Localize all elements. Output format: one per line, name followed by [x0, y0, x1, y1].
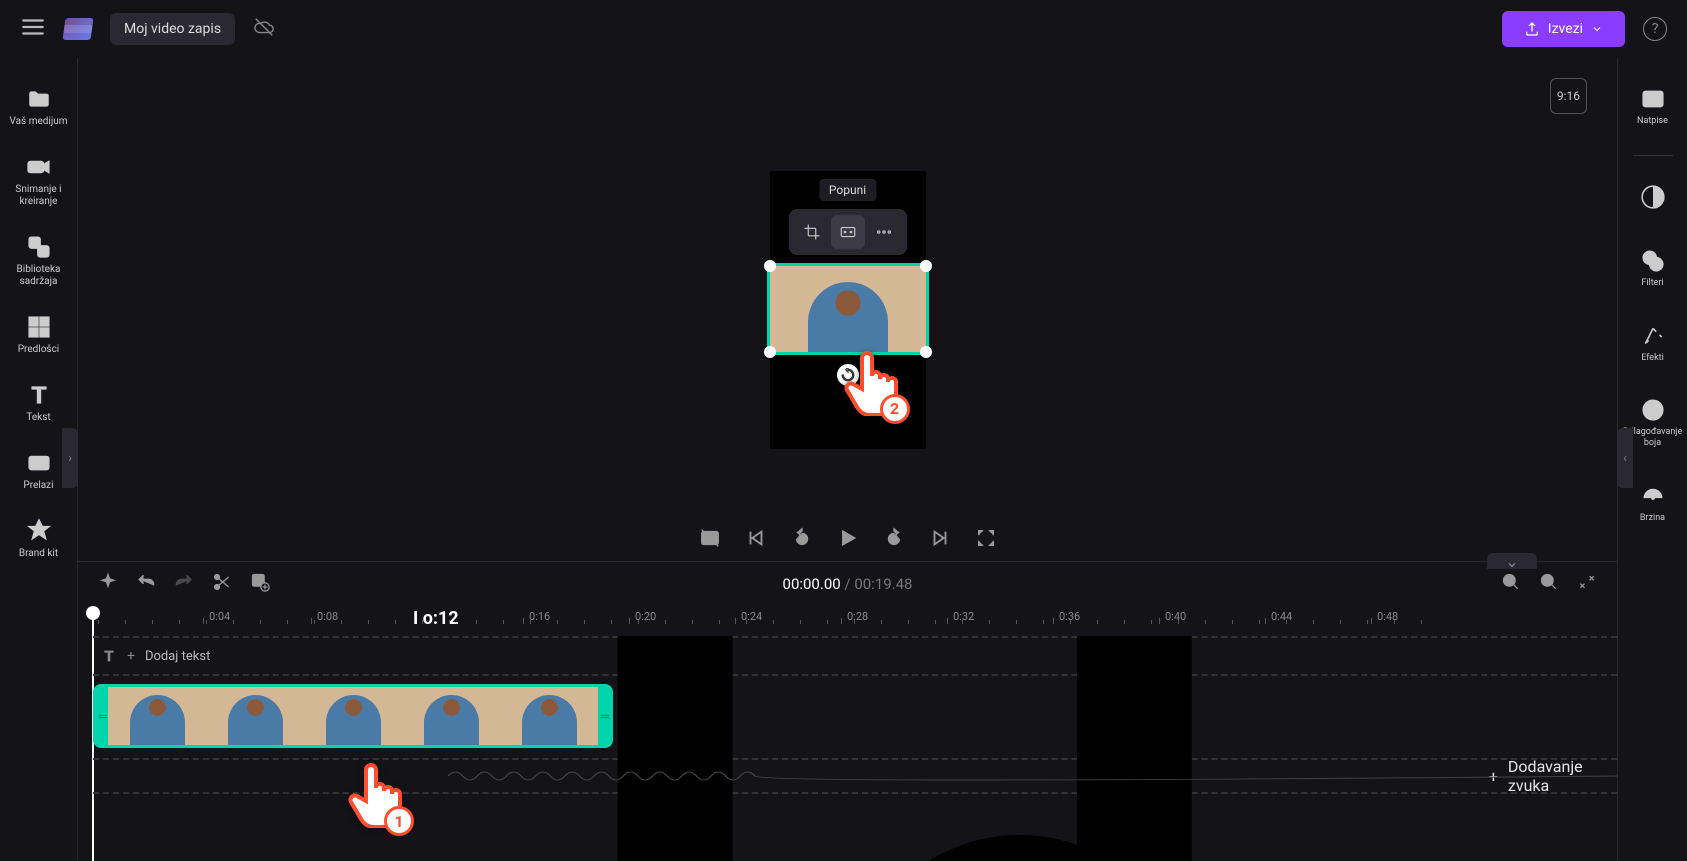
- audio-track[interactable]: + Dodavanje zvuka: [93, 758, 1617, 794]
- aspect-ratio-badge[interactable]: 9:16: [1550, 78, 1587, 114]
- add-media-button[interactable]: [250, 572, 270, 596]
- skip-to-start-button[interactable]: [743, 525, 769, 551]
- export-button[interactable]: Izvezi: [1502, 11, 1625, 47]
- zoom-in-button[interactable]: [1539, 572, 1559, 596]
- sidebar-item-filters[interactable]: Filteri: [1618, 240, 1687, 297]
- timeline-section: 00:00.00 / 00:19.48 I o:12 0:040:080:160…: [78, 561, 1617, 861]
- fill-button[interactable]: [831, 215, 865, 249]
- sidebar-item-record-create[interactable]: Snimanje i kreiranje: [0, 146, 77, 216]
- resize-handle-tl[interactable]: [764, 260, 776, 272]
- top-bar: Moj video zapis Izvezi ?: [0, 0, 1687, 58]
- resize-handle-tr[interactable]: [920, 260, 932, 272]
- svg-text:5: 5: [799, 535, 803, 544]
- redo-button[interactable]: [174, 572, 194, 596]
- audio-waveform: [448, 760, 1617, 792]
- fill-tooltip: Popuni: [819, 179, 876, 201]
- help-button[interactable]: ?: [1643, 17, 1667, 41]
- zoom-out-button[interactable]: [1501, 572, 1521, 596]
- undo-button[interactable]: [136, 572, 156, 596]
- timeline-ruler[interactable]: I o:12 0:040:080:160:200:240:280:320:360…: [78, 606, 1617, 636]
- hide-overlays-button[interactable]: [697, 525, 723, 551]
- left-sidebar: Vaš medijum Snimanje i kreiranje Bibliot…: [0, 58, 78, 861]
- resize-handle-br[interactable]: [920, 346, 932, 358]
- rewind-button[interactable]: 5: [789, 525, 815, 551]
- canvas-floating-toolbar: [789, 209, 907, 255]
- sidebar-item-your-media[interactable]: Vaš medijum: [0, 78, 77, 136]
- expand-right-panel-icon[interactable]: ‹: [1617, 428, 1633, 488]
- sidebar-item-captions[interactable]: CC Natpise: [1618, 78, 1687, 135]
- project-title[interactable]: Moj video zapis: [110, 13, 235, 45]
- playhead-handle[interactable]: [86, 606, 100, 620]
- svg-text:CC: CC: [1646, 95, 1659, 106]
- ai-sparkle-button[interactable]: [98, 572, 118, 596]
- sidebar-item-text[interactable]: Tekst: [0, 374, 77, 432]
- skip-to-end-button[interactable]: [927, 525, 953, 551]
- player-controls: 5 5: [697, 525, 999, 551]
- fullscreen-button[interactable]: [973, 525, 999, 551]
- preview-area: 9:16 Popuni 2: [78, 58, 1617, 561]
- cloud-sync-off-icon[interactable]: [253, 16, 275, 42]
- play-button[interactable]: [835, 525, 861, 551]
- tutorial-hand-cursor-1: 1: [346, 758, 406, 832]
- forward-button[interactable]: 5: [881, 525, 907, 551]
- sidebar-item-brand-kit[interactable]: Brand kit: [0, 510, 77, 568]
- split-button[interactable]: [212, 572, 232, 596]
- app-logo-icon: [62, 18, 93, 40]
- timeline-tracks: + Dodaj tekst || ||: [78, 636, 1617, 861]
- svg-text:5: 5: [891, 535, 895, 544]
- tutorial-hand-cursor-2: 2: [842, 346, 902, 420]
- crop-button[interactable]: [795, 215, 829, 249]
- resize-handle-bl[interactable]: [764, 346, 776, 358]
- sidebar-item-audio[interactable]: [1618, 176, 1687, 222]
- ruler-marker-label: I o:12: [413, 608, 459, 629]
- sidebar-item-effects[interactable]: Efekti: [1618, 315, 1687, 372]
- more-options-button[interactable]: [867, 215, 901, 249]
- timeline-toolbar: 00:00.00 / 00:19.48: [78, 562, 1617, 606]
- selected-clip-in-canvas[interactable]: 2: [767, 263, 929, 355]
- sidebar-item-templates[interactable]: Predlošci: [0, 306, 77, 364]
- time-display: 00:00.00 / 00:19.48: [783, 575, 913, 593]
- video-canvas[interactable]: Popuni 2: [770, 171, 926, 449]
- expand-left-panel-icon[interactable]: ›: [62, 428, 78, 488]
- right-sidebar: CC Natpise Filteri Efekti Prilagođavanje…: [1617, 58, 1687, 861]
- hamburger-menu-icon[interactable]: [20, 14, 46, 44]
- fit-timeline-button[interactable]: [1577, 572, 1597, 596]
- sidebar-item-content-library[interactable]: Biblioteka sadržaja: [0, 226, 77, 296]
